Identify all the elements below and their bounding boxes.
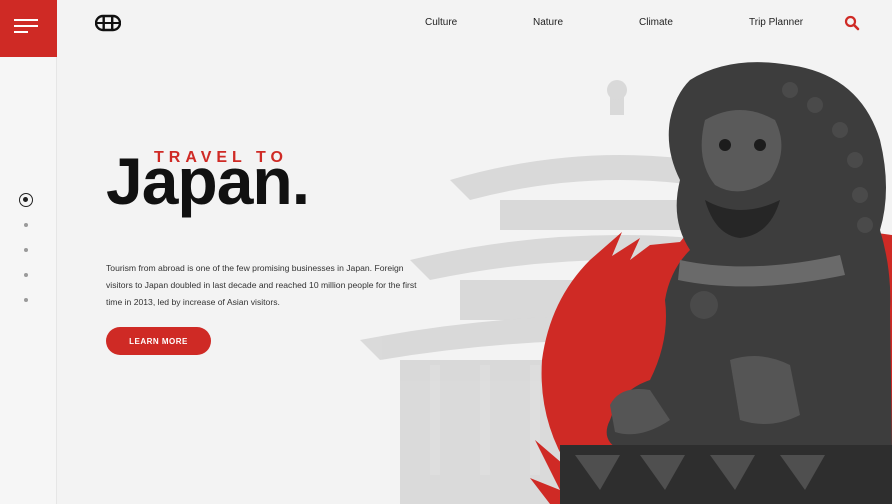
slide-dot-5[interactable] [18, 292, 34, 308]
menu-button[interactable] [0, 0, 57, 57]
site-logo[interactable] [94, 13, 122, 38]
hero-description: Tourism from abroad is one of the few pr… [106, 263, 417, 307]
nav-climate[interactable]: Climate [639, 17, 673, 28]
slide-dot-1[interactable] [18, 192, 34, 208]
torii-logo-icon [94, 14, 122, 32]
nav-culture[interactable]: Culture [425, 17, 457, 28]
search-button[interactable] [844, 15, 860, 36]
nav-nature[interactable]: Nature [533, 17, 563, 28]
slide-dot-4[interactable] [18, 267, 34, 283]
slider-pagination [18, 192, 34, 317]
learn-more-button[interactable]: LEARN MORE [106, 327, 211, 355]
hamburger-menu-icon [14, 19, 38, 33]
slide-dot-3[interactable] [18, 242, 34, 258]
hero-title: Japan. [106, 144, 310, 218]
search-icon [844, 15, 860, 31]
left-sidebar [0, 0, 57, 504]
slide-dot-2[interactable] [18, 217, 34, 233]
nav-trip-planner[interactable]: Trip Planner [749, 17, 803, 28]
